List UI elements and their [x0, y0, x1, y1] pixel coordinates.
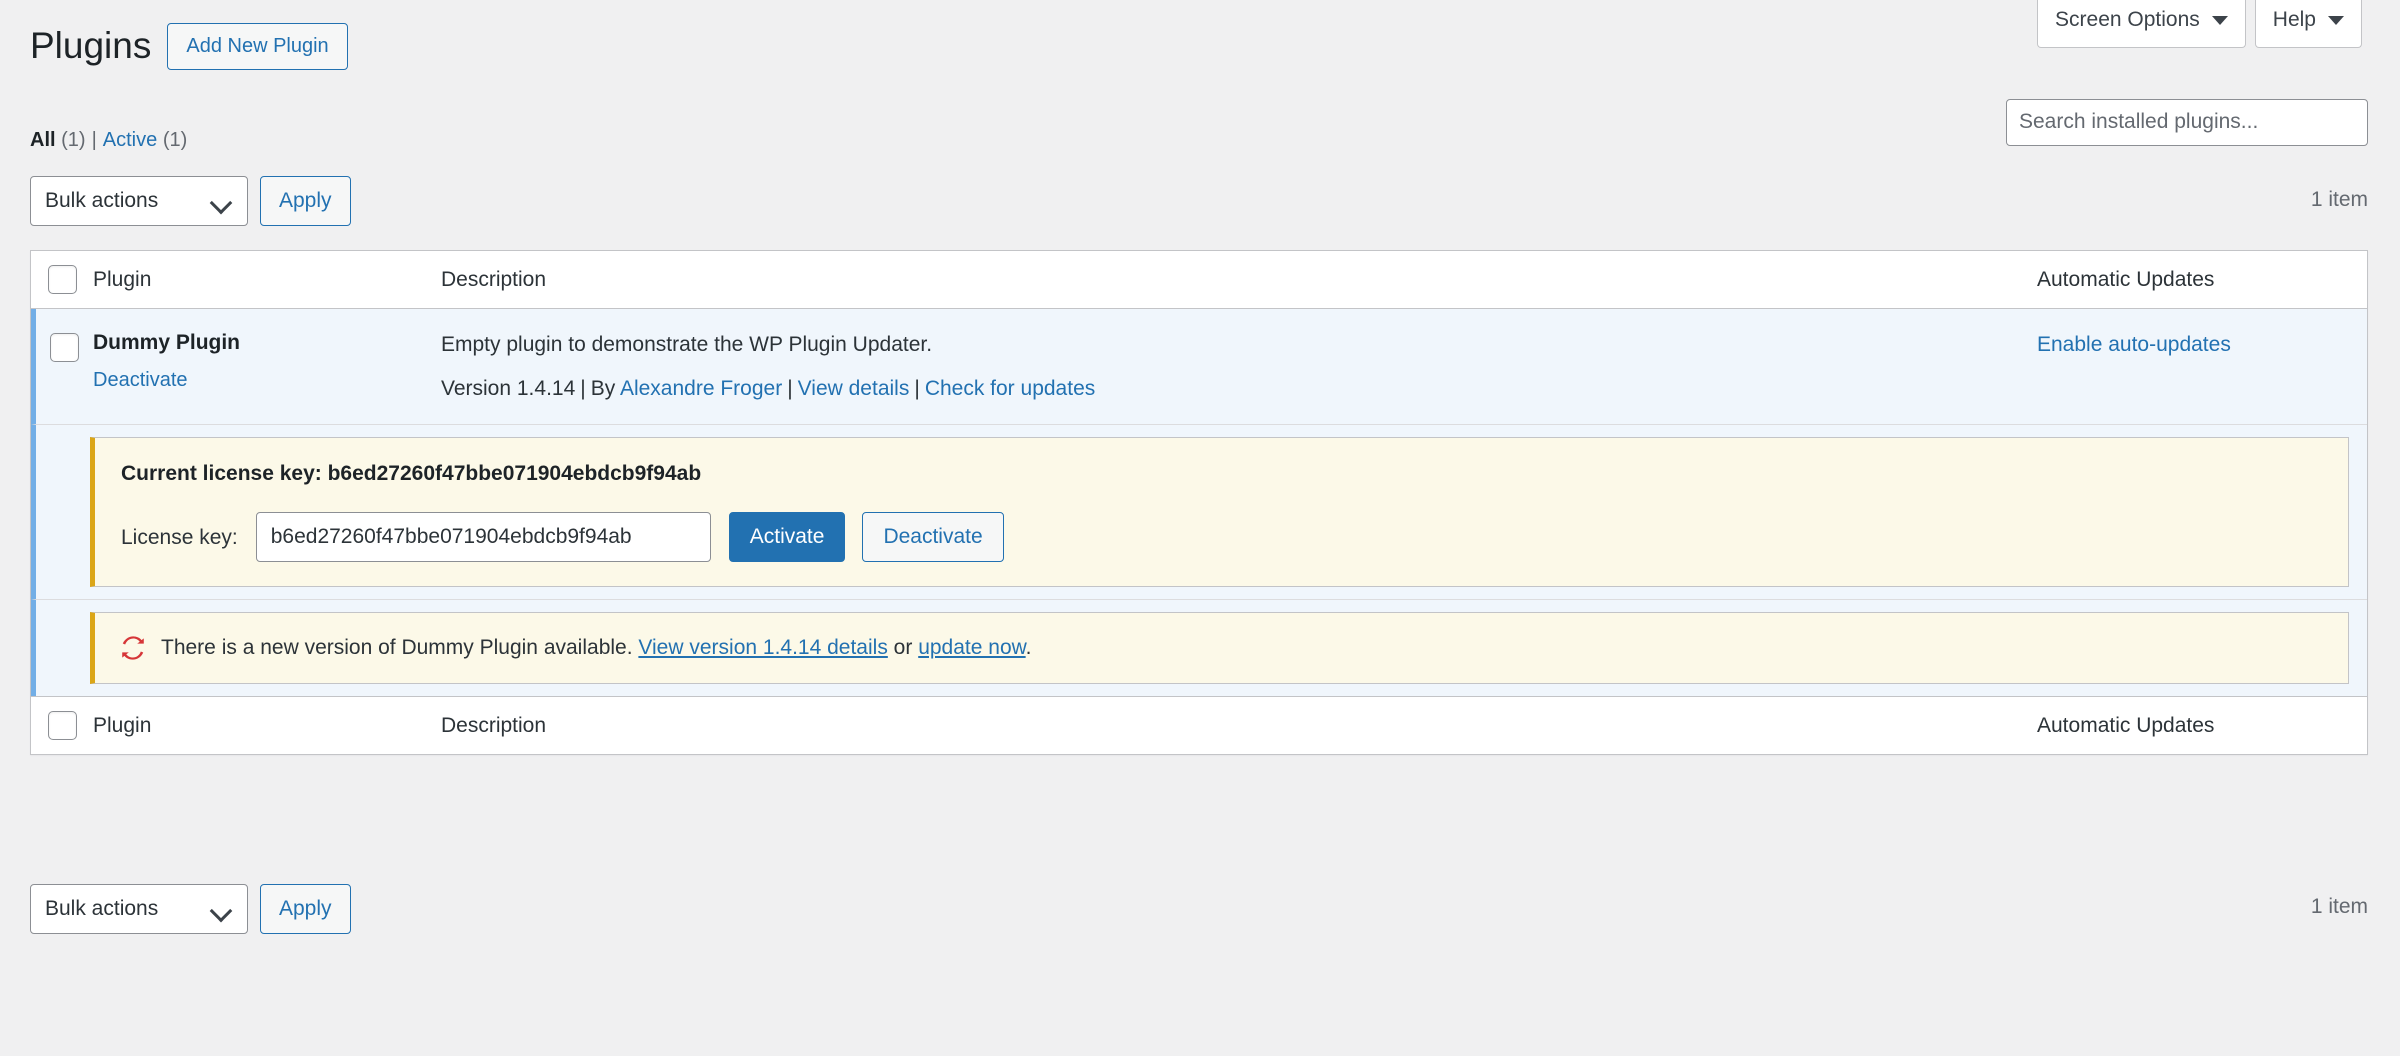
- displaying-num-top: 1 item: [2311, 188, 2368, 212]
- filter-active-count: (1): [163, 129, 187, 151]
- current-license-value: b6ed27260f47bbe071904ebdcb9f94ab: [328, 462, 702, 485]
- filter-all-count: (1): [61, 129, 85, 151]
- view-details-link[interactable]: View details: [798, 377, 910, 400]
- bulk-actions-group-bottom: Bulk actions Apply: [30, 884, 2368, 934]
- column-header-description-bottom[interactable]: Description: [441, 712, 2037, 739]
- plugin-checkbox[interactable]: [50, 333, 79, 362]
- column-header-description-top[interactable]: Description: [441, 266, 2037, 293]
- search-box: [2006, 99, 2368, 146]
- plugin-meta-line: Version 1.4.14|By Alexandre Froger|View …: [441, 373, 2037, 405]
- chevron-down-icon: [2212, 16, 2228, 25]
- column-header-plugin-top[interactable]: Plugin: [93, 266, 441, 293]
- bulk-actions-select-bottom[interactable]: Bulk actions: [30, 884, 248, 934]
- plugin-select-cell: [36, 329, 93, 362]
- page-title: Plugins: [30, 22, 151, 70]
- select-all-checkbox-bottom[interactable]: [48, 711, 77, 740]
- update-message-text: There is a new version of Dummy Plugin a…: [161, 633, 1031, 662]
- filter-separator: |: [86, 129, 103, 151]
- help-button[interactable]: Help: [2255, 0, 2362, 48]
- tablenav-top: Bulk actions Apply 1 item: [30, 176, 2368, 226]
- screen-options-button[interactable]: Screen Options: [2037, 0, 2246, 48]
- license-key-input[interactable]: [256, 512, 711, 562]
- check-for-updates-link[interactable]: Check for updates: [925, 377, 1095, 400]
- search-input[interactable]: [2006, 99, 2368, 146]
- screen-options-label: Screen Options: [2055, 8, 2200, 31]
- deactivate-plugin-link[interactable]: Deactivate: [93, 369, 188, 391]
- plugin-description-cell: Empty plugin to demonstrate the WP Plugi…: [441, 329, 2037, 404]
- plugin-name-cell: Dummy Plugin Deactivate: [93, 329, 441, 394]
- table-footer-row: Plugin Description Automatic Updates: [31, 696, 2367, 754]
- update-message-before: There is a new version of Dummy Plugin a…: [161, 636, 633, 659]
- table-row: Dummy Plugin Deactivate Empty plugin to …: [31, 309, 2367, 424]
- plugin-author-link[interactable]: Alexandre Froger: [620, 377, 782, 400]
- select-all-cell-top: [31, 265, 93, 294]
- select-all-checkbox-top[interactable]: [48, 265, 77, 294]
- update-message: There is a new version of Dummy Plugin a…: [117, 631, 2326, 664]
- license-form: License key: Activate Deactivate: [117, 512, 2326, 562]
- apply-button-bottom[interactable]: Apply: [260, 884, 351, 934]
- chevron-down-icon: [2328, 16, 2344, 25]
- plugin-title: Dummy Plugin: [93, 329, 441, 357]
- filter-all-label[interactable]: All: [30, 129, 56, 151]
- screen-meta-links: Screen Options Help: [2037, 0, 2362, 48]
- license-deactivate-button[interactable]: Deactivate: [862, 512, 1003, 562]
- add-new-plugin-button[interactable]: Add New Plugin: [167, 23, 347, 70]
- tablenav-bottom: Bulk actions Apply 1 item: [30, 884, 2368, 934]
- update-or-text: or: [894, 636, 913, 659]
- column-header-automatic-updates-bottom[interactable]: Automatic Updates: [2037, 712, 2367, 739]
- update-trailing-period: .: [1026, 636, 1032, 659]
- license-key-label: License key:: [121, 525, 238, 550]
- column-header-automatic-updates-top[interactable]: Automatic Updates: [2037, 266, 2367, 293]
- column-header-plugin-bottom[interactable]: Plugin: [93, 712, 441, 739]
- plugin-auto-updates-cell: Enable auto-updates: [2037, 329, 2367, 359]
- plugin-by-label: By: [591, 377, 616, 400]
- current-license-line: Current license key: b6ed27260f47bbe0719…: [121, 459, 2326, 488]
- enable-auto-updates-link[interactable]: Enable auto-updates: [2037, 329, 2231, 359]
- license-activate-button[interactable]: Activate: [729, 512, 846, 562]
- plugins-table: Plugin Description Automatic Updates Dum…: [30, 250, 2368, 755]
- view-version-details-link[interactable]: View version 1.4.14 details: [638, 636, 887, 659]
- bulk-actions-select-top[interactable]: Bulk actions: [30, 176, 248, 226]
- apply-button-top[interactable]: Apply: [260, 176, 351, 226]
- help-label: Help: [2273, 8, 2316, 31]
- license-notice: Current license key: b6ed27260f47bbe0719…: [90, 437, 2349, 587]
- filter-active-link[interactable]: Active: [103, 129, 157, 151]
- license-notice-row: Current license key: b6ed27260f47bbe0719…: [31, 424, 2367, 599]
- update-now-link[interactable]: update now: [918, 636, 1025, 659]
- status-filter-links: All (1)|Active (1): [30, 128, 187, 152]
- plugin-description-text: Empty plugin to demonstrate the WP Plugi…: [441, 329, 2037, 361]
- current-license-label: Current license key:: [121, 462, 322, 485]
- table-header-row: Plugin Description Automatic Updates: [31, 251, 2367, 309]
- plugin-version: Version 1.4.14: [441, 377, 575, 400]
- plugins-admin-page: Screen Options Help Plugins Add New Plug…: [0, 0, 2400, 1056]
- select-all-cell-bottom: [31, 711, 93, 740]
- displaying-num-bottom: 1 item: [2311, 895, 2368, 919]
- update-available-notice: There is a new version of Dummy Plugin a…: [90, 612, 2349, 683]
- plugin-row-actions: Deactivate: [93, 367, 441, 394]
- bulk-actions-group-top: Bulk actions Apply: [30, 176, 2368, 226]
- update-notice-row: There is a new version of Dummy Plugin a…: [31, 599, 2367, 695]
- update-sync-icon: [119, 634, 147, 662]
- page-header: Plugins Add New Plugin: [30, 22, 348, 70]
